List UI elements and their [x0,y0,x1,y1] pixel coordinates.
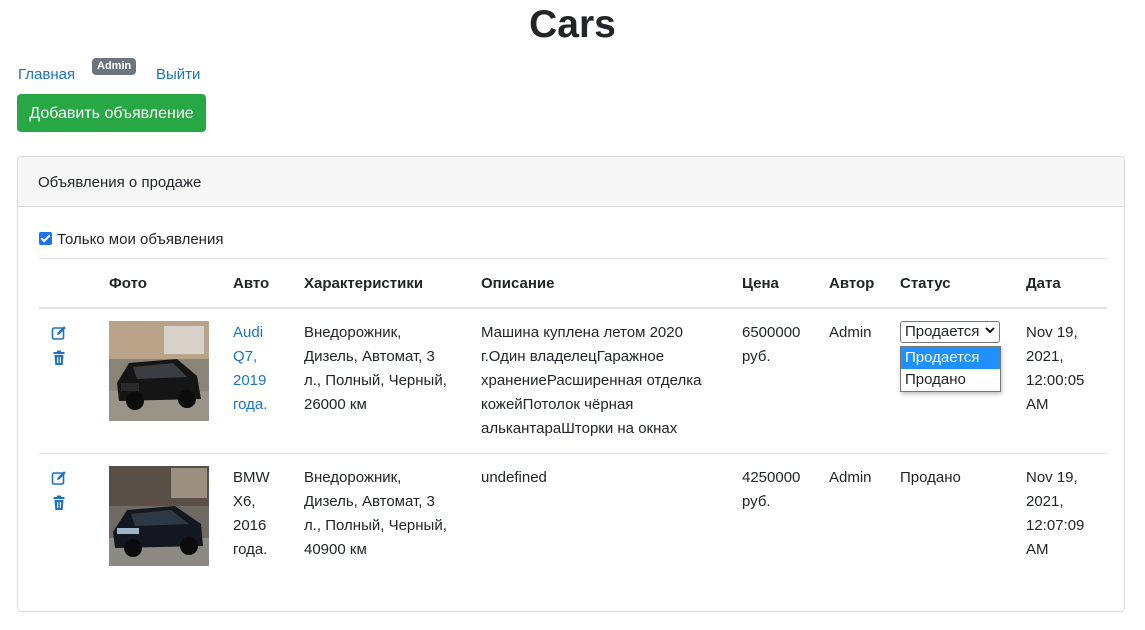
car-year-suffix: года. [233,541,268,558]
specs-line: 26000 км [304,396,367,413]
specs-line: л., Полный, Черный, [304,372,447,389]
car-model: X6, [233,493,256,510]
car-specs: Внедорожник, Дизель, Автомат, 3 л., Полн… [304,321,447,417]
description-line: undefined [481,469,547,486]
page-title: Cars [529,3,616,46]
car-title-link[interactable]: Audi Q7, 2019 года. [233,321,267,417]
description-line: алькантараШторки на окнах [481,420,678,437]
specs-line: 40900 км [304,541,367,558]
description-line: кожейПотолок чёрная [481,396,634,413]
date-line: 12:00:05 [1026,372,1085,389]
column-header-date: Дата [1026,275,1061,292]
divider [39,258,1107,259]
date-line: AM [1026,541,1049,558]
date-line: 2021, [1026,348,1064,365]
car-description: Машина куплена летом 2020 г.Один владеле… [481,321,701,441]
only-mine-filter[interactable]: Только мои объявления [39,231,223,248]
admin-badge: Admin [92,58,137,75]
status-option-for-sale[interactable]: Продается [901,347,1000,369]
only-mine-checkbox[interactable] [39,232,52,245]
price-value: 4250000 [742,469,801,486]
status-option-sold[interactable]: Продано [901,369,1000,391]
column-header-specs: Характеристики [304,275,424,292]
price-currency: руб. [742,348,771,365]
only-mine-label: Только мои объявления [57,231,224,248]
nav-home-link[interactable]: Главная [18,66,75,83]
trash-icon[interactable] [51,350,67,366]
date-line: 12:07:09 [1026,517,1085,534]
status-select-value: Продается [905,323,980,340]
car-date: Nov 19, 2021, 12:07:09 AM [1026,466,1084,562]
car-make: BMW [233,469,270,486]
specs-line: Внедорожник, [304,469,402,486]
price-currency: руб. [742,493,771,510]
column-header-auto: Авто [233,275,270,292]
car-year: 2016 [233,517,267,534]
car-specs: Внедорожник, Дизель, Автомат, 3 л., Полн… [304,466,447,562]
nav-logout-link[interactable]: Выйти [156,66,200,83]
date-line: Nov 19, [1026,469,1078,486]
car-description: undefined [481,466,547,490]
column-header-status: Статус [900,275,951,292]
car-model: Q7, [233,348,258,365]
edit-icon[interactable] [51,325,67,341]
description-line: хранениеРасширенная отделка [481,372,702,389]
car-photo[interactable] [109,321,209,421]
header-divider [39,307,1107,309]
car-author: Admin [829,324,872,341]
car-title: BMW X6, 2016 года. [233,466,270,562]
status-select[interactable]: Продается [900,321,1000,343]
column-header-photo: Фото [109,275,147,292]
car-photo[interactable] [109,466,209,566]
card-header-title: Объявления о продаже [38,174,202,191]
chevron-down-icon [985,327,995,334]
price-value: 6500000 [742,324,801,341]
date-line: AM [1026,396,1049,413]
description-line: г.Один владелецГаражное [481,348,665,365]
column-header-author: Автор [829,275,875,292]
car-author: Admin [829,469,872,486]
specs-line: л., Полный, Черный, [304,517,447,534]
trash-icon[interactable] [51,495,67,511]
description-line: Машина куплена летом 2020 [481,324,683,341]
listings-card: Объявления о продаже Только мои объявлен… [17,156,1125,612]
card-header: Объявления о продаже [18,157,1124,207]
car-make: Audi [233,324,264,341]
car-year-suffix: года. [233,396,268,413]
specs-line: Дизель, Автомат, 3 [304,348,435,365]
column-header-price: Цена [742,275,779,292]
row-divider [39,453,1107,454]
edit-icon[interactable] [51,470,67,486]
specs-line: Внедорожник, [304,324,402,341]
date-line: Nov 19, [1026,324,1078,341]
add-listing-button[interactable]: Добавить объявление [17,94,206,132]
car-price: 6500000 руб. [742,321,800,369]
car-year: 2019 [233,372,267,389]
car-status: Продано [900,469,961,486]
car-price: 4250000 руб. [742,466,800,514]
car-date: Nov 19, 2021, 12:00:05 AM [1026,321,1084,417]
column-header-description: Описание [481,275,555,292]
date-line: 2021, [1026,493,1064,510]
status-dropdown-menu: Продается Продано [900,346,1001,392]
specs-line: Дизель, Автомат, 3 [304,493,435,510]
